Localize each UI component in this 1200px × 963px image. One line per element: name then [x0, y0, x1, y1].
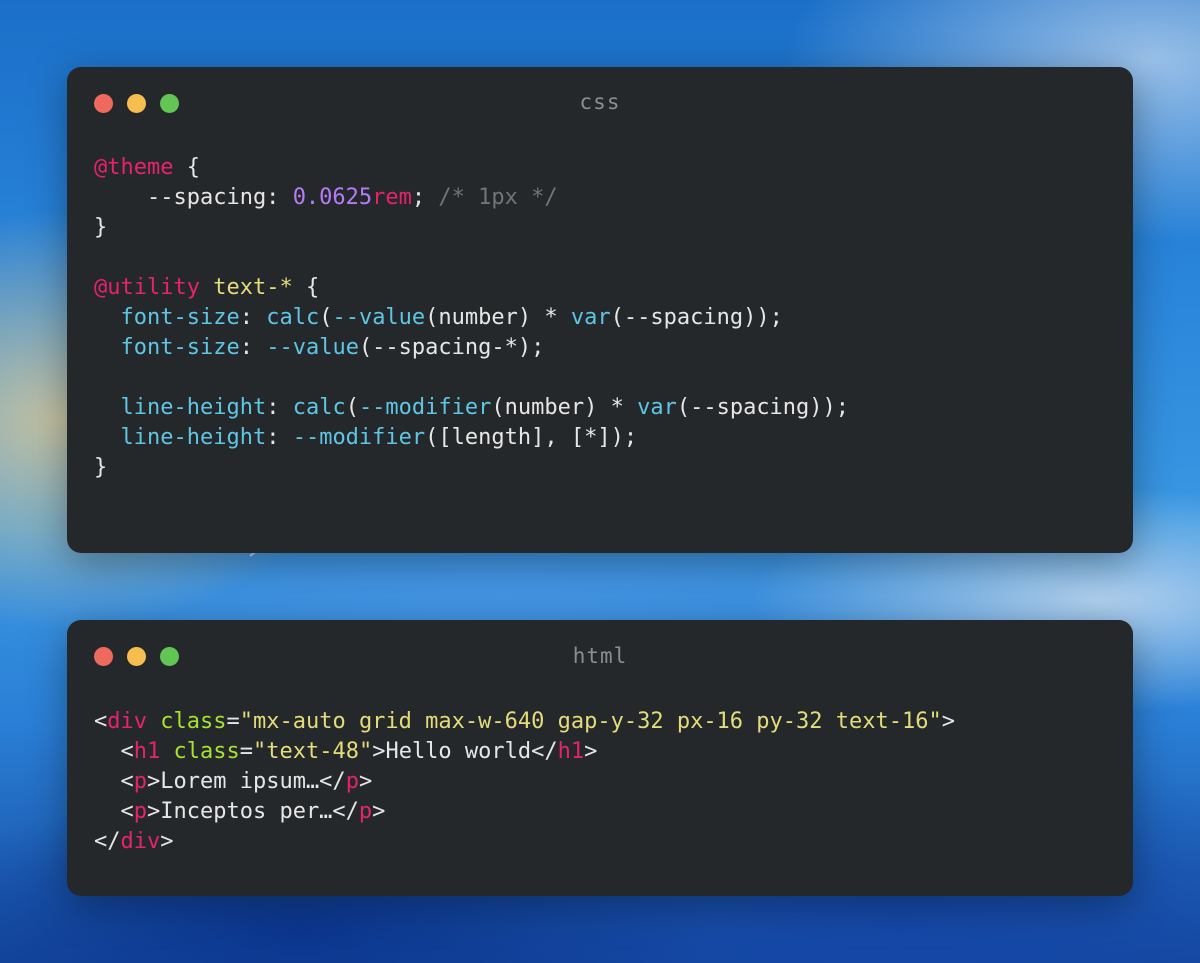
- code-token-plain: :: [266, 395, 293, 420]
- code-token-property: var: [570, 305, 611, 330]
- code-token-plain: (: [345, 395, 359, 420]
- code-token-tag: p: [133, 769, 147, 794]
- code-line: </div>: [94, 827, 955, 857]
- code-token-plain: <: [94, 769, 134, 794]
- code-token-plain: (number) *: [491, 395, 638, 420]
- code-token-plain: >: [160, 829, 174, 854]
- code-line: line-height: calc(--modifier(number) * v…: [94, 393, 850, 423]
- code-block: <div class="mx-auto grid max-w-640 gap-y…: [94, 707, 955, 857]
- code-token-attr: class: [160, 709, 227, 734]
- code-token-tag: h1: [133, 739, 161, 764]
- code-token-plain: >: [372, 799, 386, 824]
- code-token-string: "mx-auto grid max-w-640 gap-y-32 px-16 p…: [239, 709, 942, 734]
- code-token-tag: h1: [557, 739, 585, 764]
- code-line: <p>Lorem ipsum…</p>: [94, 767, 955, 797]
- code-token-tag: div: [107, 709, 147, 734]
- code-token-plain: }: [94, 455, 108, 480]
- code-window-css: css @theme { --spacing: 0.0625rem; /* 1p…: [67, 67, 1133, 553]
- code-token-plain: </: [94, 829, 121, 854]
- code-token-plain: =: [226, 709, 240, 734]
- code-token-atrule: @utility: [94, 275, 200, 300]
- code-token-plain: (--spacing-*);: [358, 335, 545, 360]
- code-token-atrule: rem: [372, 185, 412, 210]
- window-title: html: [572, 644, 628, 668]
- code-token-property: --value: [266, 335, 359, 360]
- code-line: }: [94, 213, 849, 243]
- code-token-atrule: @theme: [94, 155, 174, 180]
- code-token-plain: {: [173, 155, 200, 180]
- code-token-plain: >: [358, 769, 373, 794]
- code-line: font-size: calc(--value(number) * var(--…: [94, 303, 849, 333]
- code-token-string: "text-48": [252, 739, 373, 764]
- code-token-property: line-height: [120, 425, 267, 450]
- code-token-plain: >: [584, 739, 598, 764]
- code-token-attr: class: [173, 739, 240, 764]
- code-token-plain: (--spacing));: [610, 305, 783, 330]
- window-title: css: [579, 90, 621, 114]
- code-token-plain: {: [292, 275, 320, 300]
- code-line: @utility text-* {: [94, 273, 849, 303]
- code-token-plain: (: [319, 305, 333, 330]
- window-titlebar: css: [67, 67, 1133, 139]
- code-token-property: line-height: [120, 395, 267, 420]
- code-token-property: --modifier: [292, 425, 426, 450]
- code-token-number: 0.0625: [292, 185, 373, 210]
- code-token-tag: p: [133, 799, 147, 824]
- code-token-tag: div: [120, 829, 161, 854]
- code-line: --spacing: 0.0625rem; /* 1px */: [94, 183, 849, 213]
- code-window-html: html <div class="mx-auto grid max-w-640 …: [67, 620, 1133, 896]
- code-token-plain: :: [239, 335, 267, 360]
- code-token-selector: text-*: [213, 275, 293, 300]
- code-token-plain: >Inceptos per…</: [147, 799, 359, 824]
- code-line: }: [94, 453, 849, 483]
- code-token-property: calc: [266, 305, 320, 330]
- code-token-property: --modifier: [358, 395, 492, 420]
- code-token-property: font-size: [120, 335, 240, 360]
- code-token-plain: --spacing:: [94, 185, 293, 210]
- code-token-tag: p: [358, 799, 373, 824]
- code-token-plain: <: [94, 799, 134, 824]
- code-line: @theme {: [94, 153, 849, 183]
- code-line: <div class="mx-auto grid max-w-640 gap-y…: [94, 707, 955, 737]
- code-token-property: var: [637, 395, 677, 420]
- code-token-plain: <: [94, 739, 134, 764]
- code-token-plain: =: [239, 739, 253, 764]
- code-token-plain: >Lorem ipsum…</: [147, 769, 346, 794]
- code-line: line-height: --modifier([length], [*]);: [94, 423, 849, 453]
- code-token-plain: (--spacing));: [676, 395, 850, 420]
- code-block: @theme { --spacing: 0.0625rem; /* 1px */…: [94, 153, 849, 483]
- code-token-tag: p: [345, 769, 359, 794]
- code-token-property: calc: [292, 395, 346, 420]
- code-token-property: font-size: [120, 305, 240, 330]
- code-token-plain: (number) *: [425, 305, 571, 330]
- code-token-plain: :: [239, 305, 267, 330]
- code-token-property: --value: [332, 305, 426, 330]
- code-line: font-size: --value(--spacing-*);: [94, 333, 849, 363]
- code-token-plain: <: [94, 709, 108, 734]
- code-token-plain: :: [266, 425, 293, 450]
- code-token-plain: >Hello world</: [372, 739, 558, 764]
- code-token-plain: >: [941, 709, 955, 734]
- code-token-plain: }: [94, 215, 108, 240]
- code-token-plain: ;: [411, 185, 439, 210]
- code-token-comment: /* 1px */: [438, 185, 558, 210]
- code-line: <p>Inceptos per…</p>: [94, 797, 955, 827]
- code-line: <h1 class="text-48">Hello world</h1>: [94, 737, 955, 767]
- code-token-plain: ([length], [*]);: [425, 425, 638, 450]
- window-titlebar: html: [67, 620, 1133, 692]
